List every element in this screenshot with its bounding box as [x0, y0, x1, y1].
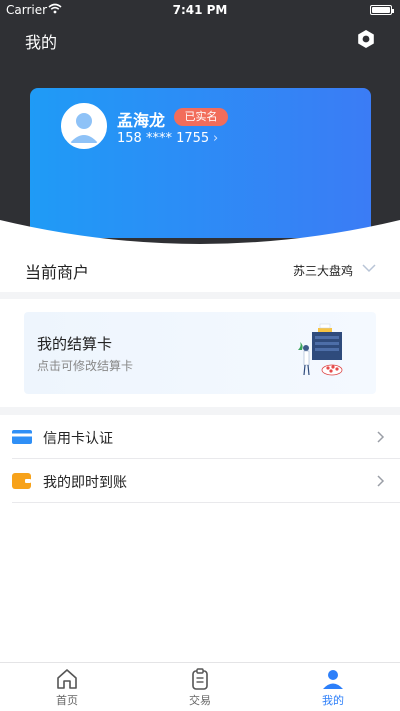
- credit-card-icon: [12, 430, 32, 444]
- user-silhouette-icon: [63, 105, 105, 147]
- row-divider: [12, 502, 400, 503]
- avatar[interactable]: [61, 103, 107, 149]
- chevron-right-icon: ›: [213, 131, 219, 146]
- chevron-down-icon[interactable]: [362, 263, 376, 273]
- current-merchant-row[interactable]: 当前商户 苏三大盘鸡: [0, 250, 400, 290]
- page-title: 我的: [25, 33, 58, 52]
- status-bar: Carrier 7:41 PM: [0, 0, 400, 20]
- user-icon: [323, 670, 343, 689]
- home-icon: [57, 669, 77, 689]
- user-name: 孟海龙: [117, 111, 166, 130]
- menu-item-label: 信用卡认证: [43, 431, 113, 447]
- chevron-right-icon: [377, 431, 385, 443]
- settings-icon[interactable]: [356, 29, 376, 49]
- wallet-icon: [12, 473, 31, 489]
- settlement-card-title: 我的结算卡: [37, 335, 113, 353]
- tab-label: 首页: [56, 694, 78, 707]
- clock-time: 7:41 PM: [172, 3, 228, 17]
- section-divider: [0, 292, 400, 299]
- clipboard-icon: [192, 668, 208, 690]
- tab-label: 交易: [189, 694, 211, 707]
- menu-item-instant-payout[interactable]: 我的即时到账: [0, 459, 400, 503]
- section-divider: [0, 407, 400, 415]
- tab-transactions[interactable]: 交易: [165, 667, 235, 711]
- menu-item-credit-card-verify[interactable]: 信用卡认证: [0, 415, 400, 459]
- tab-home[interactable]: 首页: [32, 667, 102, 711]
- settlement-card-subtitle: 点击可修改结算卡: [37, 359, 134, 373]
- tab-label: 我的: [322, 694, 344, 707]
- verified-badge: 已实名: [174, 108, 228, 126]
- battery-icon: [370, 5, 394, 15]
- menu-item-label: 我的即时到账: [43, 475, 127, 491]
- bank-card-illustration-icon: [298, 323, 343, 376]
- merchant-label: 当前商户: [25, 263, 90, 282]
- user-phone: 158 **** 1755: [117, 131, 210, 146]
- merchant-value: 苏三大盘鸡: [292, 264, 353, 278]
- bottom-tab-bar: 首页 交易 我的: [0, 662, 400, 711]
- header-curve: [0, 220, 400, 256]
- tab-mine[interactable]: 我的: [298, 667, 368, 711]
- chevron-right-icon: [377, 475, 385, 487]
